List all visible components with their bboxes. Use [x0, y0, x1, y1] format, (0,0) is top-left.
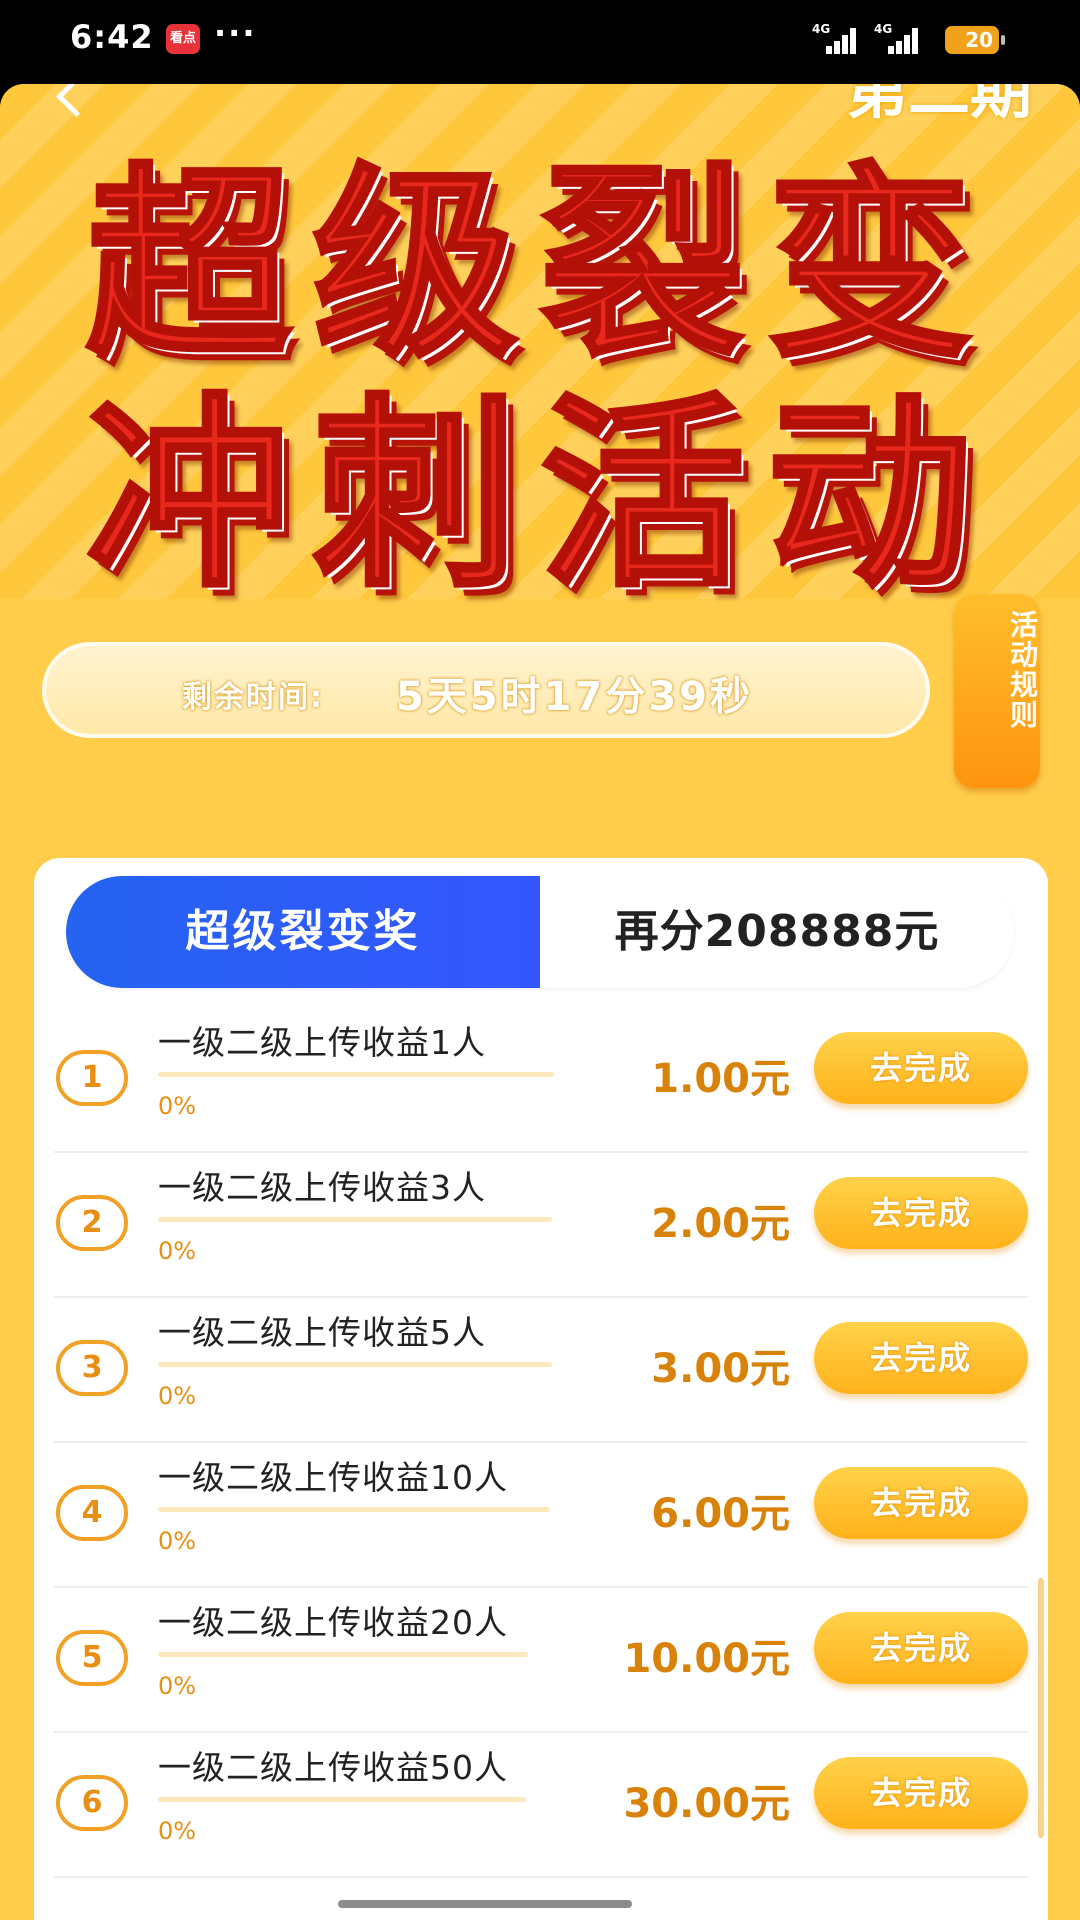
task-row: 1 一级二级上传收益1人 0% 1.00元 去完成	[54, 1008, 1028, 1153]
complete-task-button[interactable]: 去完成	[814, 1322, 1028, 1394]
task-progress-text: 0%	[158, 1092, 197, 1120]
reward-tabs: 超级裂变奖 再分208888元	[66, 876, 1014, 988]
task-number-badge: 4	[56, 1485, 128, 1541]
complete-task-button[interactable]: 去完成	[814, 1612, 1028, 1684]
back-icon[interactable]	[55, 84, 98, 118]
tab-bonus-pool[interactable]: 再分208888元	[540, 876, 1014, 988]
task-reward: 10.00元	[623, 1636, 790, 1682]
task-progress-bar	[158, 1362, 552, 1367]
task-title: 一级二级上传收益1人	[158, 1023, 486, 1062]
task-progress-bar	[158, 1507, 550, 1512]
task-progress-text: 0%	[158, 1817, 197, 1845]
app-notification-icon: 看点	[166, 24, 200, 54]
activity-rules-label: 活动规则	[1006, 610, 1039, 730]
task-number-badge: 3	[56, 1340, 128, 1396]
task-title: 一级二级上传收益50人	[158, 1748, 508, 1787]
task-reward: 6.00元	[651, 1491, 790, 1537]
timer-value: 5天5时17分39秒	[396, 674, 753, 720]
battery-icon: 20	[945, 26, 1005, 54]
home-indicator[interactable]	[338, 1900, 632, 1908]
signal-icon-2: 4G	[874, 22, 924, 54]
hero-title-line1: 超级裂变	[84, 147, 994, 385]
signal-label: 4G	[812, 22, 831, 36]
hero-title-line2: 冲刺活动	[84, 377, 994, 615]
task-row: 6 一级二级上传收益50人 0% 30.00元 去完成	[54, 1733, 1028, 1878]
complete-task-button[interactable]: 去完成	[814, 1032, 1028, 1104]
task-title: 一级二级上传收益3人	[158, 1168, 486, 1207]
period-label: 第二期	[845, 84, 1032, 127]
task-number-badge: 6	[56, 1775, 128, 1831]
status-time: 6:42	[70, 18, 154, 56]
task-row: 3 一级二级上传收益5人 0% 3.00元 去完成	[54, 1298, 1028, 1443]
status-bar: 6:42 看点 ··· 4G 4G 20	[0, 0, 1080, 84]
task-reward: 1.00元	[651, 1056, 790, 1102]
task-progress-bar	[158, 1652, 528, 1657]
complete-task-button[interactable]: 去完成	[814, 1467, 1028, 1539]
task-card: 超级裂变奖 再分208888元 1 一级二级上传收益1人 0% 1.00元 去完成 2 一级…	[34, 858, 1048, 1920]
activity-page: 第二期 超级裂变 冲刺活动 剩余时间: 5天5时17分39秒 活动规则 超级裂变…	[0, 84, 1080, 1920]
task-reward: 3.00元	[651, 1346, 790, 1392]
task-progress-text: 0%	[158, 1527, 197, 1555]
hero-banner: 第二期 超级裂变 冲刺活动	[0, 84, 1080, 615]
task-row: 5 一级二级上传收益20人 0% 10.00元 去完成	[54, 1588, 1028, 1733]
more-notifications-icon: ···	[214, 14, 257, 52]
activity-rules-button[interactable]: 活动规则	[954, 594, 1040, 788]
timer-label: 剩余时间:	[182, 680, 324, 715]
task-progress-text: 0%	[158, 1237, 197, 1265]
task-title: 一级二级上传收益20人	[158, 1603, 508, 1642]
task-progress-text: 0%	[158, 1382, 197, 1410]
task-title: 一级二级上传收益5人	[158, 1313, 486, 1352]
task-row: 4 一级二级上传收益10人 0% 6.00元 去完成	[54, 1443, 1028, 1588]
complete-task-button[interactable]: 去完成	[814, 1177, 1028, 1249]
task-title: 一级二级上传收益10人	[158, 1458, 508, 1497]
signal-label-2: 4G	[874, 22, 893, 36]
task-progress-bar	[158, 1072, 554, 1077]
countdown-timer: 剩余时间: 5天5时17分39秒	[42, 642, 930, 738]
task-reward: 2.00元	[651, 1201, 790, 1247]
task-number-badge: 2	[56, 1195, 128, 1251]
task-reward: 30.00元	[623, 1781, 790, 1827]
scrollbar[interactable]	[1038, 1578, 1044, 1838]
task-progress-bar	[158, 1217, 552, 1222]
complete-task-button[interactable]: 去完成	[814, 1757, 1028, 1829]
task-progress-bar	[158, 1797, 526, 1802]
task-number-badge: 5	[56, 1630, 128, 1686]
task-number-badge: 1	[56, 1050, 128, 1106]
task-row: 2 一级二级上传收益3人 0% 2.00元 去完成	[54, 1153, 1028, 1298]
signal-icon: 4G	[812, 22, 862, 54]
tab-super-fission-reward[interactable]: 超级裂变奖	[66, 876, 540, 988]
task-progress-text: 0%	[158, 1672, 197, 1700]
